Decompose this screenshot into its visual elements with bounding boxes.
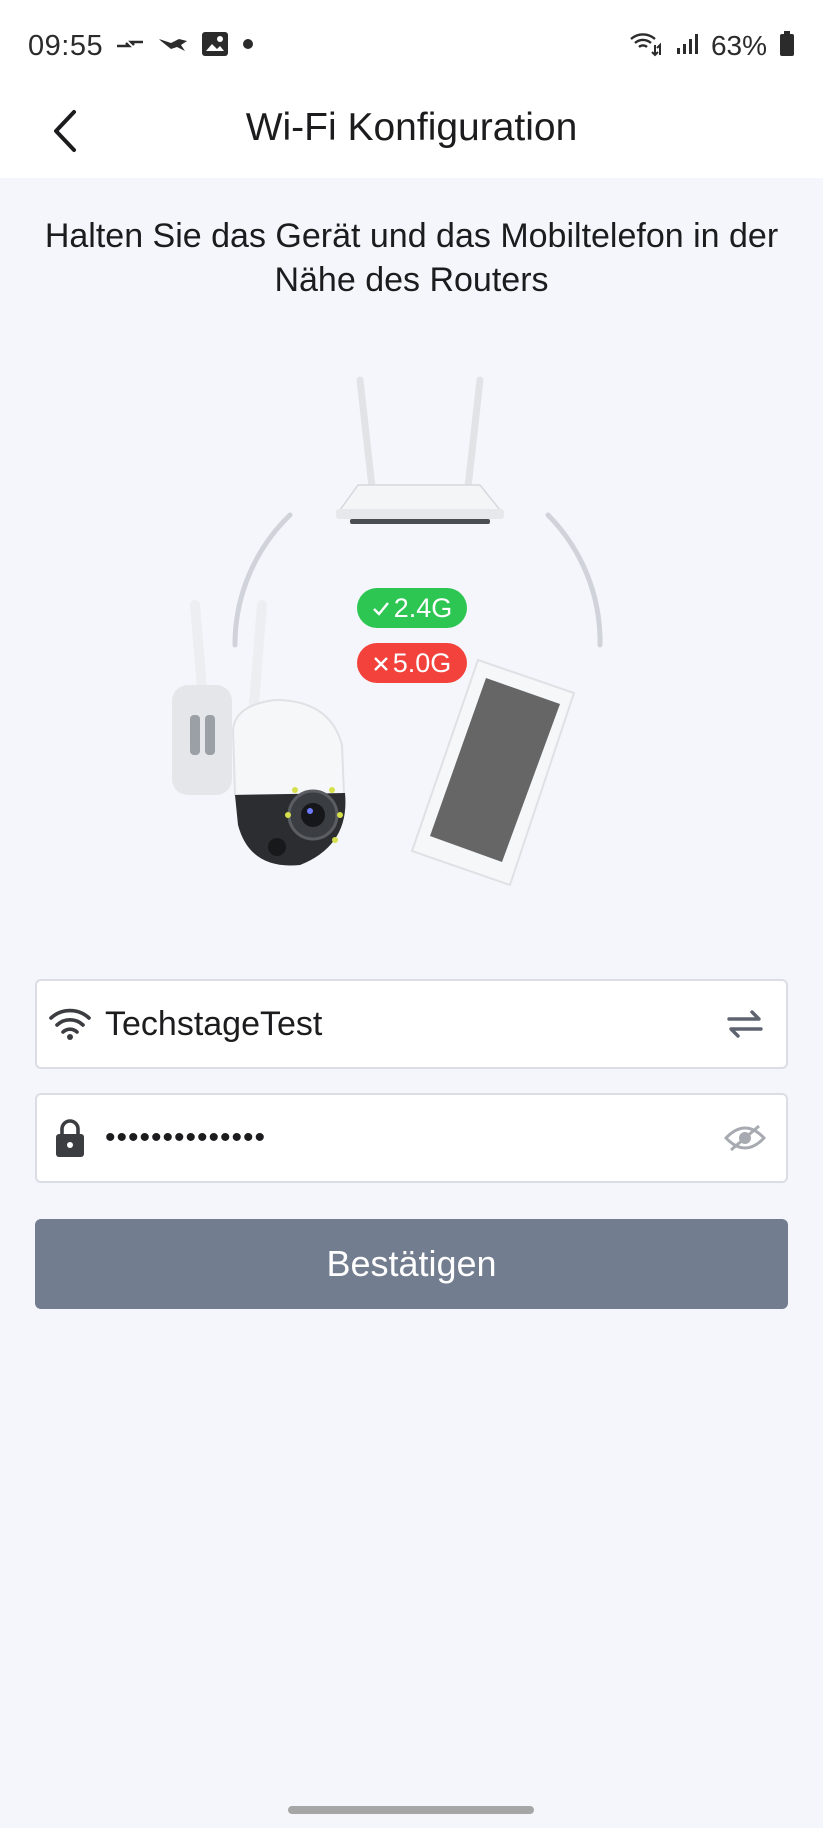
setup-illustration <box>172 376 603 887</box>
band-supported-label: 2.4G <box>393 592 453 623</box>
wifi-calling-icon <box>629 31 663 62</box>
app-bar: Wi-Fi Konfiguration <box>0 92 823 178</box>
phone-illustration <box>410 658 576 887</box>
check-icon <box>372 593 390 624</box>
home-indicator[interactable] <box>288 1806 534 1814</box>
password-field[interactable]: •••••••••••••• <box>35 1093 788 1183</box>
data-transfer-icon <box>115 33 145 60</box>
cross-icon <box>373 648 389 679</box>
status-right: 63% <box>629 30 795 62</box>
password-value[interactable]: •••••••••••••• <box>105 1095 266 1181</box>
band-supported-badge: 2.4G <box>357 588 467 628</box>
drone-icon <box>157 33 189 60</box>
ssid-field[interactable]: TechstageTest <box>35 979 788 1069</box>
router-illustration <box>336 376 504 524</box>
instruction-text: Halten Sie das Gerät und das Mobiltelefo… <box>44 217 779 299</box>
dot-icon <box>241 37 255 56</box>
camera-illustration <box>172 600 346 866</box>
image-icon <box>201 31 229 62</box>
wifi-icon <box>47 1001 93 1047</box>
signal-arc-right <box>545 512 603 648</box>
band-unsupported-badge: 5.0G <box>357 643 467 683</box>
band-unsupported-label: 5.0G <box>392 647 452 678</box>
confirm-button[interactable]: Bestätigen <box>35 1219 788 1309</box>
page-title: Wi-Fi Konfiguration <box>245 106 578 149</box>
signal-icon <box>675 32 699 61</box>
battery-percent: 63% <box>710 30 767 61</box>
ssid-value[interactable]: TechstageTest <box>105 981 322 1067</box>
status-time: 09:55 <box>28 29 104 62</box>
lock-icon <box>47 1115 93 1161</box>
swap-icon[interactable] <box>722 1001 768 1047</box>
status-left: 09:55 <box>28 30 255 63</box>
eye-hidden-icon[interactable] <box>722 1115 768 1161</box>
status-bar: 09:55 63% <box>0 0 823 92</box>
battery-icon <box>779 30 795 62</box>
